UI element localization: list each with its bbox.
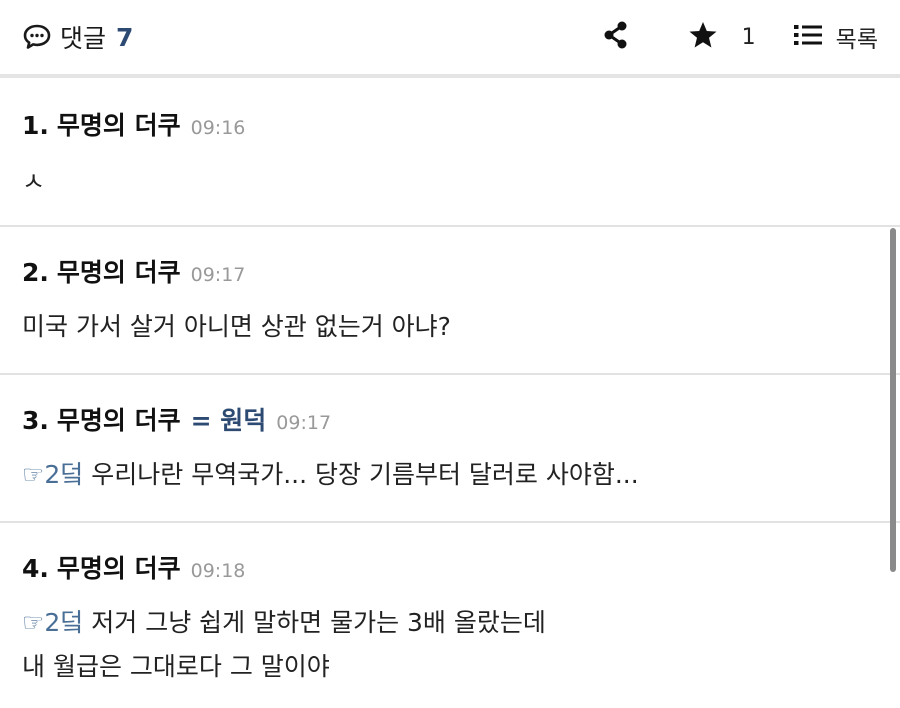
comment-body: ☞2덬 저거 그냥 쉽게 말하면 물가는 3배 올랐는데 내 월급은 그대로다 … bbox=[22, 601, 878, 689]
comment-page: 댓글 7 1 목록 1. 무명의 더쿠 09:16 ㅅ 2. 무명의 더쿠 09… bbox=[0, 0, 900, 708]
author-relation-badge: = 원덕 bbox=[190, 406, 267, 435]
star-button[interactable]: 1 bbox=[688, 20, 756, 54]
speech-bubble-icon bbox=[22, 22, 52, 52]
comment-number: 1. bbox=[22, 111, 49, 140]
comment-item: 4. 무명의 더쿠 09:18 ☞2덬 저거 그냥 쉽게 말하면 물가는 3배 … bbox=[0, 523, 900, 708]
comment-number: 4. bbox=[22, 554, 49, 583]
comment-author[interactable]: 무명의 더쿠 bbox=[57, 401, 181, 437]
list-icon bbox=[793, 23, 822, 51]
comment-text: ㅅ bbox=[22, 167, 46, 196]
reply-reference-link[interactable]: ☞2덬 bbox=[22, 460, 83, 489]
header-actions: 1 목록 bbox=[602, 20, 878, 54]
star-count: 1 bbox=[741, 24, 756, 50]
list-label: 목록 bbox=[835, 27, 878, 53]
comments-count: 7 bbox=[116, 22, 134, 52]
comment-text: 저거 그냥 쉽게 말하면 물가는 3배 올랐는데 bbox=[83, 608, 546, 637]
comment-header-row: 3. 무명의 더쿠 = 원덕 09:17 bbox=[22, 375, 878, 437]
comment-number: 3. bbox=[22, 406, 49, 435]
comment-body: 미국 가서 살거 아니면 상관 없는거 아냐? bbox=[22, 305, 878, 349]
list-button[interactable]: 목록 bbox=[793, 20, 878, 54]
comment-header-row: 4. 무명의 더쿠 09:18 bbox=[22, 523, 878, 585]
comment-item: 2. 무명의 더쿠 09:17 미국 가서 살거 아니면 상관 없는거 아냐? bbox=[0, 227, 900, 375]
comment-text: 미국 가서 살거 아니면 상관 없는거 아냐? bbox=[22, 312, 451, 341]
comment-time: 09:16 bbox=[190, 117, 246, 139]
comment-line: 내 월급은 그대로다 그 말이야 bbox=[22, 645, 878, 689]
comment-text: 내 월급은 그대로다 그 말이야 bbox=[22, 652, 330, 681]
comment-list: 1. 무명의 더쿠 09:16 ㅅ 2. 무명의 더쿠 09:17 미국 가서 … bbox=[0, 78, 900, 708]
comment-time: 09:17 bbox=[190, 264, 246, 286]
comment-header: 댓글 7 1 목록 bbox=[0, 0, 900, 74]
comment-header-row: 1. 무명의 더쿠 09:16 bbox=[22, 78, 878, 142]
share-button[interactable] bbox=[602, 20, 630, 54]
comment-item: 3. 무명의 더쿠 = 원덕 09:17 ☞2덬 우리나란 무역국가... 당장… bbox=[0, 375, 900, 523]
reply-reference-link[interactable]: ☞2덬 bbox=[22, 608, 83, 637]
comment-author[interactable]: 무명의 더쿠 bbox=[57, 549, 181, 585]
scrollbar-thumb[interactable] bbox=[890, 228, 896, 572]
comment-item: 1. 무명의 더쿠 09:16 ㅅ bbox=[0, 78, 900, 227]
comment-time: 09:18 bbox=[190, 560, 246, 582]
comment-line: ☞2덬 저거 그냥 쉽게 말하면 물가는 3배 올랐는데 bbox=[22, 601, 878, 645]
comment-body: ㅅ bbox=[22, 160, 878, 204]
comment-count-section: 댓글 7 bbox=[22, 19, 133, 55]
comments-label: 댓글 bbox=[60, 24, 107, 53]
comment-author[interactable]: 무명의 더쿠 bbox=[57, 106, 181, 142]
comment-author[interactable]: 무명의 더쿠 bbox=[57, 253, 181, 289]
comment-header-row: 2. 무명의 더쿠 09:17 bbox=[22, 227, 878, 289]
share-icon bbox=[602, 20, 630, 54]
comment-text: 우리나란 무역국가... 당장 기름부터 달러로 사야함... bbox=[83, 460, 639, 489]
comment-time: 09:17 bbox=[276, 412, 332, 434]
star-icon bbox=[688, 20, 718, 54]
comment-body: ☞2덬 우리나란 무역국가... 당장 기름부터 달러로 사야함... bbox=[22, 453, 878, 497]
comment-number: 2. bbox=[22, 258, 49, 287]
